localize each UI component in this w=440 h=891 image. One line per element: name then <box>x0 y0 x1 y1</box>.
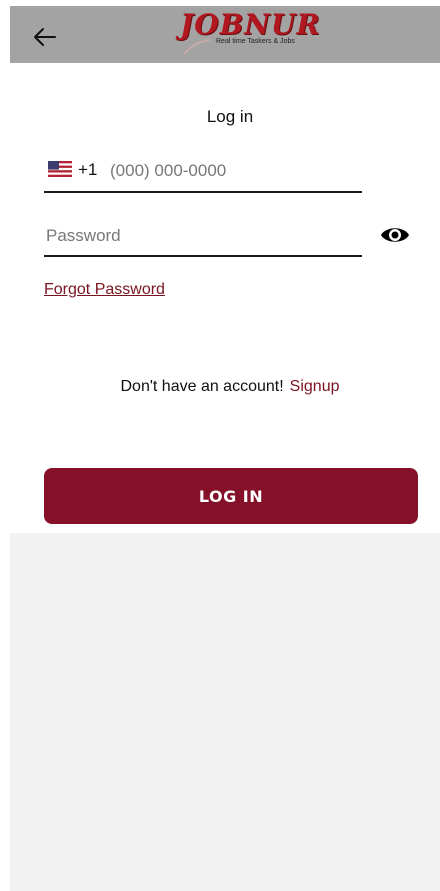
login-form: Log in +1 Forgot Password <box>10 63 440 533</box>
app-logo: JOBNUR Real time Taskers & Jobs <box>180 8 320 60</box>
phone-field[interactable]: +1 <box>44 155 362 193</box>
logo-swoosh-icon <box>183 39 211 55</box>
signup-line: Don't have an account! Signup <box>10 378 440 396</box>
password-field[interactable] <box>44 219 362 257</box>
app-bar: JOBNUR Real time Taskers & Jobs <box>10 6 440 63</box>
forgot-password-link[interactable]: Forgot Password <box>44 281 165 299</box>
left-frame <box>0 0 10 891</box>
logo-tagline: Real time Taskers & Jobs <box>216 38 295 45</box>
arrow-left-icon <box>34 28 56 46</box>
us-flag-icon[interactable] <box>48 161 72 177</box>
back-button[interactable] <box>30 22 60 52</box>
eye-icon <box>381 228 409 242</box>
page-content: Log in +1 Forgot Password <box>10 63 440 891</box>
page-title: Log in <box>206 107 254 126</box>
signup-link[interactable]: Signup <box>290 378 340 395</box>
signup-prompt: Don't have an account! <box>120 378 284 395</box>
toggle-password-visibility-button[interactable] <box>380 224 410 246</box>
dial-code[interactable]: +1 <box>78 160 97 180</box>
phone-input[interactable] <box>108 158 352 184</box>
login-button[interactable]: LOG IN <box>44 468 418 524</box>
password-input[interactable] <box>44 223 348 249</box>
